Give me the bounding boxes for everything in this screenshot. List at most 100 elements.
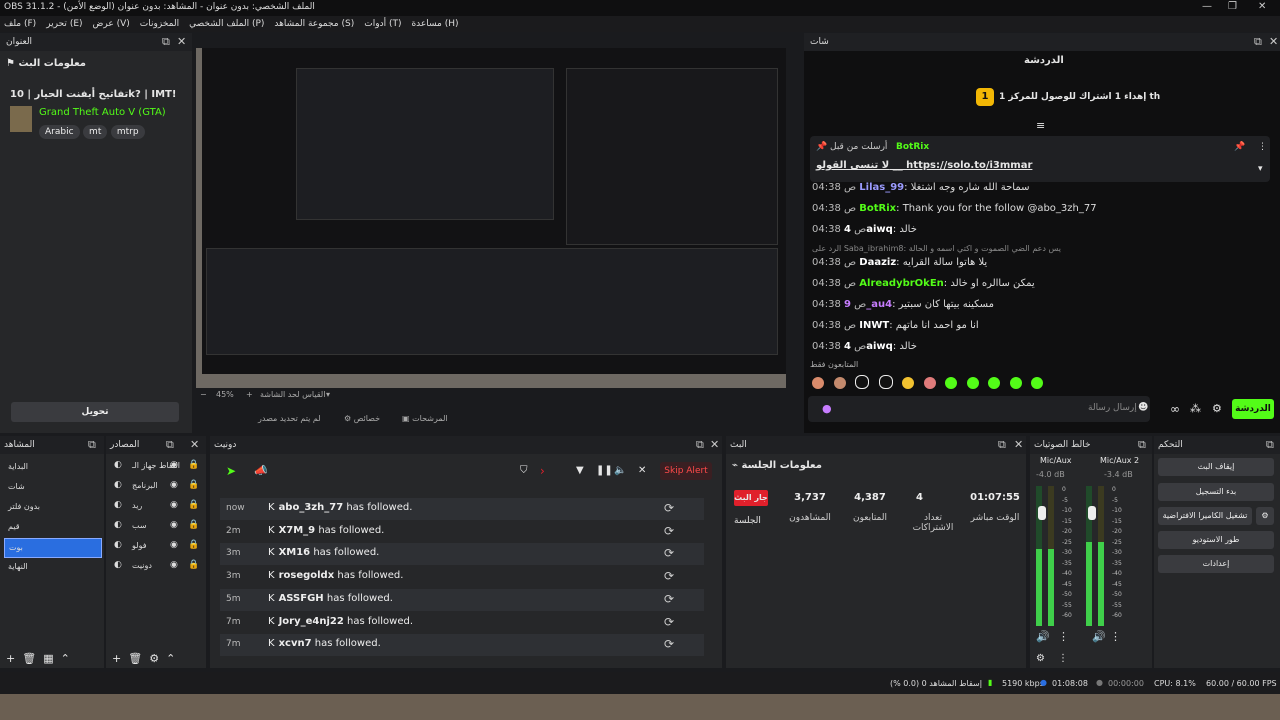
scene-item[interactable]: بدون فلتر <box>4 498 100 516</box>
settings-button[interactable]: إعدادات <box>1158 555 1274 573</box>
shield-icon[interactable]: ⛉ <box>520 465 528 476</box>
emote-icon[interactable] <box>923 377 936 389</box>
send-icon[interactable]: ➤ <box>226 464 236 478</box>
chat-message[interactable]: 04:38 ص BotRix: Thank you for the follow… <box>812 203 1097 214</box>
chat-send-button[interactable]: الدردشة <box>1232 399 1274 419</box>
chat-username[interactable]: 9_au4 <box>844 299 892 310</box>
add-icon[interactable]: + <box>112 652 121 665</box>
menu-item[interactable]: تحرير (E) <box>46 19 82 29</box>
mixer-settings-icon[interactable]: ⚙ <box>1036 653 1045 664</box>
menu-item[interactable]: الملف الشخصي (P) <box>189 19 264 29</box>
float-icon[interactable]: ⧉ <box>1254 35 1262 49</box>
volume-slider-handle[interactable] <box>1088 506 1096 520</box>
lock-icon[interactable]: 🔒 <box>188 560 199 570</box>
restore-icon[interactable]: ❐ <box>1228 1 1237 12</box>
chat-username[interactable]: INWT <box>859 320 889 331</box>
volume-slider-handle[interactable] <box>1038 506 1046 520</box>
alert-row[interactable]: 3m K XM16 has followed. ⟳ <box>220 543 704 566</box>
filters-button[interactable]: ▣ المرشحات <box>402 414 448 423</box>
chat-username[interactable]: 4aiwq <box>844 224 893 235</box>
close-icon[interactable]: ✕ <box>177 35 186 48</box>
more-icon[interactable]: ⋮ <box>1110 630 1121 643</box>
zoom-in-icon[interactable]: + <box>246 390 253 399</box>
more-icon[interactable]: ⋮ <box>1258 142 1267 152</box>
more-icon[interactable]: ⋮ <box>1058 630 1069 643</box>
float-icon[interactable]: ⧉ <box>162 35 170 49</box>
settings-icon[interactable]: ⚙ <box>1212 402 1222 415</box>
float-icon[interactable]: ⧉ <box>696 438 704 452</box>
scene-item[interactable]: بوت <box>4 538 102 558</box>
gear-icon[interactable]: ⚙ <box>149 652 159 665</box>
scene-item[interactable]: البداية <box>4 458 100 476</box>
menu-item[interactable]: عرض (V) <box>93 19 130 29</box>
filter-icon[interactable]: ▼ <box>576 465 584 476</box>
menu-item[interactable]: أدوات (T) <box>364 19 401 29</box>
alert-row[interactable]: 3m Krosegoldx has followed. ⟳ <box>220 566 704 588</box>
lock-icon[interactable]: 🔒 <box>188 500 199 510</box>
chat-message[interactable]: 04:38 ص 4aiwq: خالد <box>812 224 917 235</box>
lock-icon[interactable]: 🔒 <box>188 480 199 490</box>
pinned-message[interactable]: 📌 أرسلت من قبل BotRix لا تنسى القولو __ … <box>810 136 1270 182</box>
replay-icon[interactable]: ⟳ <box>664 524 674 538</box>
float-icon[interactable]: ⧉ <box>166 438 174 452</box>
edit-button[interactable]: تحويل <box>11 402 179 422</box>
chevron-down-icon[interactable]: ▾ <box>1258 164 1263 174</box>
replay-icon[interactable]: ⟳ <box>664 615 674 629</box>
lock-icon[interactable]: 🔒 <box>188 460 199 470</box>
lock-icon[interactable]: 🔒 <box>188 540 199 550</box>
alert-row[interactable]: 7m Kxcvn7 has followed. ⟳ <box>220 634 704 657</box>
pause-icon[interactable]: ❚❚ <box>596 465 613 476</box>
replay-icon[interactable]: ⟳ <box>664 569 674 583</box>
menu-item[interactable]: ملف (F) <box>4 19 36 29</box>
move-up-icon[interactable]: ⌃ <box>61 652 70 665</box>
visibility-icon[interactable]: ◉ <box>170 520 178 530</box>
chat-username[interactable]: Daaziz <box>859 257 896 268</box>
chat-input[interactable]: ● إرسال رسالة ☻ <box>808 396 1150 422</box>
minimize-icon[interactable]: — <box>1202 1 1212 12</box>
emote-icon[interactable] <box>855 375 869 389</box>
replay-icon[interactable]: ⟳ <box>664 637 674 651</box>
volume-icon[interactable]: 🔊 <box>1092 630 1106 643</box>
preview-canvas[interactable] <box>196 48 786 388</box>
game-name[interactable]: Grand Theft Auto V (GTA) <box>39 107 166 118</box>
filter-icon[interactable]: ▦ <box>43 652 53 665</box>
chat-message[interactable]: 04:38 ص Daaziz: يلا هاتوا سالة القرايه <box>812 257 987 268</box>
close-icon[interactable]: ✕ <box>710 438 719 451</box>
emote-icon[interactable] <box>966 377 979 389</box>
menu-item[interactable]: المخزونات <box>140 19 179 29</box>
chat-message[interactable]: 04:38 ص 9_au4: مسكينه بيتها كان سبتير <box>812 299 994 310</box>
chat-username[interactable]: BotRix <box>859 203 896 214</box>
unpin-icon[interactable]: 📌 <box>1234 142 1245 152</box>
float-icon[interactable]: ⧉ <box>998 438 1006 452</box>
alert-row[interactable]: 2m K X7M_9 has followed. ⟳ <box>220 521 704 543</box>
share-icon[interactable]: ⁂ <box>1190 402 1201 415</box>
mic-icon[interactable]: ● <box>822 402 832 415</box>
source-item[interactable]: ◐ دونيت ◉ 🔒 <box>110 557 202 575</box>
mute-alert-icon[interactable]: ✕ <box>638 465 646 476</box>
delete-icon[interactable]: 🗑 <box>22 652 36 665</box>
emoji-icon[interactable]: ☻ <box>1138 402 1148 413</box>
scene-item[interactable]: شات <box>4 478 100 496</box>
zoom-out-icon[interactable]: − <box>200 390 207 399</box>
megaphone-icon[interactable]: 📣 <box>254 464 268 477</box>
skip-alert-button[interactable]: Skip Alert <box>660 462 712 480</box>
emote-icon[interactable] <box>902 377 914 389</box>
emote-icon[interactable] <box>1031 377 1043 389</box>
visibility-icon[interactable]: ◉ <box>170 540 178 550</box>
emote-icon[interactable] <box>945 377 957 389</box>
scene-item[interactable]: قيم <box>4 518 100 536</box>
alert-row[interactable]: now Kabo_3zh_77 has followed. ⟳ <box>220 498 704 520</box>
virtual-camera-settings-icon[interactable]: ⚙ <box>1256 507 1274 525</box>
source-item[interactable]: ◐ البرنامج ◉ 🔒 <box>110 477 202 495</box>
emote-icon[interactable] <box>1009 377 1022 389</box>
menu-item[interactable]: مساعدة (H) <box>411 19 458 29</box>
chat-message[interactable]: 04:38 ص 4aiwq: خالد <box>812 341 917 352</box>
virtual-camera-button[interactable]: تشغيل الكاميرا الافتراضية <box>1158 507 1252 525</box>
pinned-text[interactable]: لا تنسى القولو __ https://solo.to/i3mmar <box>816 160 1032 171</box>
move-up-icon[interactable]: ⌃ <box>166 652 175 665</box>
stop-streaming-button[interactable]: إيقاف البث <box>1158 458 1274 476</box>
properties-button[interactable]: ⚙ خصائص <box>344 414 380 423</box>
visibility-icon[interactable]: ◉ <box>170 480 178 490</box>
alert-row[interactable]: 5m K ASSFGH has followed. ⟳ <box>220 588 704 611</box>
replay-icon[interactable]: ⟳ <box>664 592 674 606</box>
